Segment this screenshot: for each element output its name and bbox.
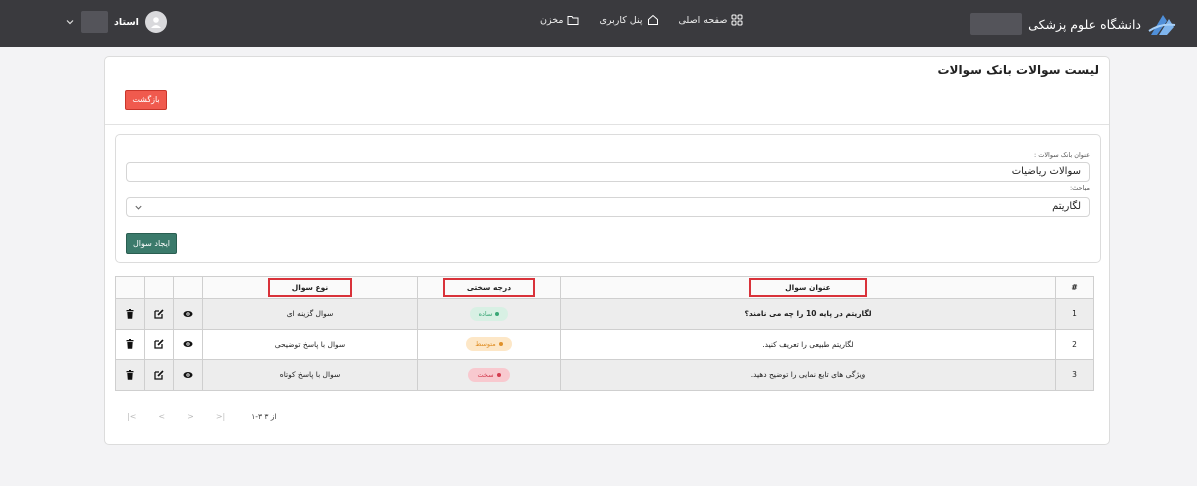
status-dot (498, 342, 503, 347)
row-index: 1 (1055, 298, 1094, 330)
topics-label: مباحث: (1069, 184, 1090, 192)
nav-user-panel[interactable]: پنل کاربری (599, 14, 658, 26)
table-row: 2 لگاریتم طبیعی را تعریف کنید. متوسط سوا… (115, 328, 1094, 360)
table-row: 1 لگاریتم در پایه 10 را چه می نامند؟ ساد… (115, 298, 1094, 330)
pager-prev-button[interactable]: < (158, 412, 165, 421)
difficulty-label: ساده (478, 309, 493, 318)
trash-icon[interactable] (125, 369, 135, 380)
col-delete (115, 276, 145, 299)
chevron-down-icon (135, 205, 142, 210)
university-logo-icon (1148, 15, 1176, 35)
trash-icon[interactable] (125, 339, 135, 350)
table-row: 3 ویژگی های تابع نمایی را توضیح دهید. سخ… (115, 359, 1094, 391)
row-difficulty: متوسط (417, 328, 561, 360)
topics-selected-value: لگاریتم (1052, 201, 1081, 212)
col-view (173, 276, 203, 299)
topics-select[interactable]: لگاریتم (126, 197, 1090, 217)
col-title-label: عنوان سوال (749, 278, 867, 297)
row-type: سوال با پاسخ توضیحی (202, 328, 418, 360)
eye-icon[interactable] (183, 370, 193, 380)
user-menu[interactable]: استاد (65, 11, 167, 33)
bank-form: عنوان بانک سوالات : سوالات ریاضیات مباحث… (115, 134, 1101, 263)
nav-home[interactable]: صفحه اصلی (679, 14, 744, 26)
redacted-user-name (81, 11, 108, 33)
difficulty-label: متوسط (475, 340, 496, 349)
nav-home-label: صفحه اصلی (678, 14, 728, 26)
chevron-down-icon[interactable] (65, 17, 75, 27)
view-button[interactable] (173, 298, 203, 330)
folder-icon (567, 16, 579, 25)
main-card: لیست سوالات بانک سوالات بازگشت عنوان بان… (104, 56, 1110, 445)
eye-icon[interactable] (183, 339, 193, 349)
col-edit (144, 276, 174, 299)
row-title: لگاریتم طبیعی را تعریف کنید. (560, 328, 1056, 360)
main-nav: صفحه اصلی پنل کاربری مخزن (540, 14, 743, 26)
brand[interactable]: دانشگاه علوم پزشکی (970, 9, 1177, 39)
edit-button[interactable] (144, 359, 174, 391)
col-difficulty-label: درجه سختی (442, 278, 536, 297)
pager-info: ۱-۳ از ۳ (251, 412, 277, 421)
delete-button[interactable] (115, 359, 145, 391)
row-difficulty: ساده (417, 298, 561, 330)
difficulty-label: سخت (477, 370, 494, 379)
trash-icon[interactable] (125, 308, 135, 319)
redacted-university-name (970, 13, 1023, 35)
row-type: سوال با پاسخ کوتاه (202, 359, 418, 391)
edit-icon[interactable] (154, 370, 164, 380)
difficulty-badge: ساده (469, 306, 509, 321)
row-difficulty: سخت (417, 359, 561, 391)
bank-title-input[interactable]: سوالات ریاضیات (126, 162, 1090, 182)
brand-name: دانشگاه علوم پزشکی (1028, 16, 1141, 32)
row-title: ویژگی های تابع نمایی را توضیح دهید. (560, 359, 1056, 391)
divider (105, 124, 1109, 125)
create-question-button[interactable]: ایجاد سوال (126, 233, 177, 254)
back-button[interactable]: بازگشت (125, 90, 167, 110)
view-button[interactable] (173, 328, 203, 360)
row-index: 3 (1055, 359, 1094, 391)
col-difficulty: درجه سختی (417, 276, 561, 299)
edit-icon[interactable] (154, 339, 164, 349)
nav-repository-label: مخزن (540, 14, 564, 26)
pager-last-button[interactable]: >| (216, 412, 225, 421)
nav-repository[interactable]: مخزن (540, 14, 579, 26)
nav-user-panel-label: پنل کاربری (599, 14, 643, 26)
eye-icon[interactable] (183, 309, 193, 319)
bank-title-label: عنوان بانک سوالات : (1033, 151, 1090, 159)
row-type: سوال گزینه ای (202, 298, 418, 330)
col-title: عنوان سوال (560, 276, 1056, 299)
col-type: نوع سوال (202, 276, 418, 299)
status-dot (495, 311, 500, 316)
table-header-row: # عنوان سوال درجه سختی نوع سوال (115, 276, 1094, 299)
delete-button[interactable] (115, 328, 145, 360)
top-navbar: دانشگاه علوم پزشکی صفحه اصلی پنل کاربری … (0, 0, 1197, 47)
avatar[interactable] (144, 11, 167, 33)
col-index: # (1055, 276, 1094, 299)
edit-icon[interactable] (154, 309, 164, 319)
row-title: لگاریتم در پایه 10 را چه می نامند؟ (560, 298, 1056, 330)
grid-icon (731, 14, 743, 26)
questions-table: # عنوان سوال درجه سختی نوع سوال 1 لگاریت… (115, 276, 1094, 391)
edit-button[interactable] (144, 298, 174, 330)
status-dot (496, 372, 501, 377)
user-title: استاد (114, 16, 139, 28)
view-button[interactable] (173, 359, 203, 391)
edit-button[interactable] (144, 328, 174, 360)
pager-first-button[interactable]: |< (127, 412, 136, 421)
user-icon (150, 17, 161, 28)
pager-next-button[interactable]: > (187, 412, 194, 421)
home-icon (647, 14, 658, 25)
col-type-label: نوع سوال (267, 278, 353, 297)
page-title: لیست سوالات بانک سوالات (937, 63, 1099, 77)
pagination: |< < > >| ۱-۳ از ۳ (127, 412, 277, 421)
row-index: 2 (1055, 328, 1094, 360)
difficulty-badge: سخت (468, 367, 510, 382)
difficulty-badge: متوسط (466, 337, 512, 352)
delete-button[interactable] (115, 298, 145, 330)
